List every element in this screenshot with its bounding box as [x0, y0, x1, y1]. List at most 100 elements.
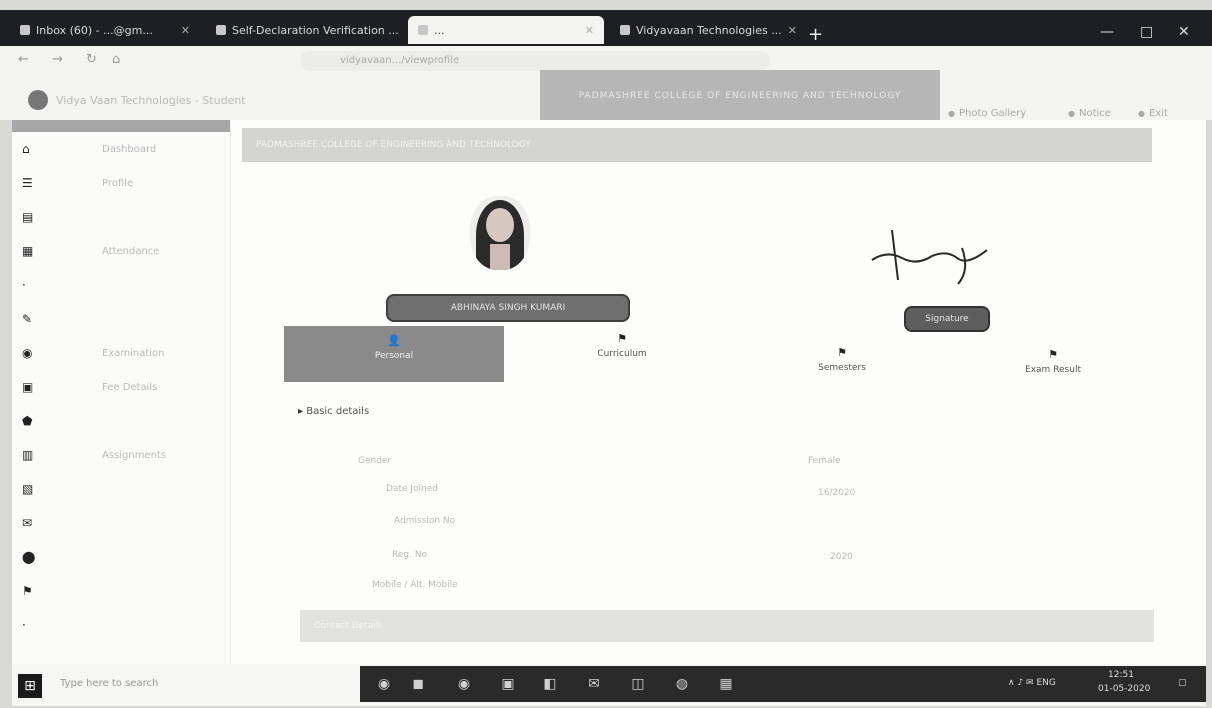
sidebar-item-icon: · [22, 278, 26, 292]
sidebar-item[interactable]: ⚑ [12, 574, 230, 608]
sidebar-item[interactable]: ▥ Assignments [12, 438, 230, 472]
tab-personal[interactable]: 👤 Personal [284, 326, 504, 382]
sidebar: ⌂ Dashboard ☰ Profile ▤ ▦ Attendance · ✎ ◉ Examina… [12, 120, 231, 665]
app-icon[interactable]: ◫ [628, 674, 648, 694]
sidebar-item-label: Fee Details [102, 381, 158, 393]
app-icon[interactable]: ▦ [716, 674, 736, 694]
sidebar-item-icon: ✉ [22, 516, 33, 530]
address-bar[interactable]: vidyavaan.../viewprofile [300, 51, 770, 71]
taskbar-apps: ◉ ◼ ◉ ▣ ◧ ✉ ◫ ◍ ▦ ∧ ♪ ✉ ENG 12:51 01-05-… [360, 666, 1206, 702]
sidebar-item-label: Attendance [102, 245, 160, 257]
sidebar-item[interactable]: ✎ [12, 302, 230, 336]
tab-semesters[interactable]: ⚑ Semesters [792, 346, 892, 373]
field-value: 2020 [830, 552, 853, 562]
sidebar-item-label: Dashboard [102, 143, 157, 155]
app-icon[interactable]: ◼ [408, 674, 428, 694]
notice-link[interactable]: Notice [1068, 108, 1111, 119]
sidebar-item[interactable]: ⬤ [12, 540, 230, 574]
close-window-button[interactable]: ✕ [1178, 24, 1190, 40]
sidebar-item[interactable]: ⬟ [12, 404, 230, 438]
new-tab-button[interactable]: + [808, 24, 823, 45]
clock-time[interactable]: 12:51 [1108, 670, 1134, 680]
chrome-icon[interactable]: ◍ [672, 674, 692, 694]
reload-icon[interactable]: ↻ [86, 52, 97, 67]
contact-details-bar[interactable]: Contact Details [300, 610, 1154, 642]
system-tray[interactable]: ∧ ♪ ✉ ENG [1008, 678, 1056, 688]
app-icon[interactable]: ▣ [498, 674, 518, 694]
sidebar-item-label: Examination [102, 347, 165, 359]
sidebar-item[interactable]: · [12, 268, 230, 302]
sidebar-item[interactable]: ▧ [12, 472, 230, 506]
basic-details-heading[interactable]: Basic details [298, 406, 369, 417]
browser-tab-2[interactable]: Self-Declaration Verification ... ✕ [206, 16, 402, 44]
favicon-icon [418, 25, 428, 35]
field-label: Gender [358, 456, 392, 466]
site-logo [28, 90, 48, 110]
mail-icon[interactable]: ✉ [584, 674, 604, 694]
main-panel: PADMASHREE COLLEGE OF ENGINEERING AND TE… [242, 120, 1206, 665]
field-label: Reg. No [392, 550, 428, 560]
favicon-icon [620, 25, 630, 35]
sidebar-item[interactable]: ▤ [12, 200, 230, 234]
app-icon[interactable]: ◉ [374, 674, 394, 694]
sidebar-item-label: Assignments [102, 449, 167, 461]
app-icon[interactable]: ◉ [454, 674, 474, 694]
site-name[interactable]: Vidya Vaan Technologies - Student [56, 94, 246, 107]
forward-icon[interactable]: → [52, 52, 63, 67]
sidebar-item-icon: · [22, 618, 26, 632]
field-label: Date Joined [386, 484, 438, 494]
flag-icon: ⚑ [1048, 348, 1058, 361]
page-content: ⌂ Dashboard ☰ Profile ▤ ▦ Attendance · ✎ ◉ Examina… [12, 120, 1206, 665]
signature-badge: Signature [904, 306, 990, 332]
sidebar-item-icon: ▣ [22, 380, 34, 394]
close-icon[interactable]: ✕ [181, 24, 190, 37]
field-value: Female [808, 456, 841, 466]
taskbar: ⊞ Type here to search ◉ ◼ ◉ ▣ ◧ ✉ ◫ ◍ ▦ … [12, 664, 1206, 706]
sidebar-header [12, 120, 230, 132]
sidebar-item-icon: ▥ [22, 448, 34, 462]
sidebar-item-icon: ⚑ [22, 584, 33, 598]
sidebar-item[interactable]: ☰ Profile [12, 166, 230, 200]
photo-gallery-link[interactable]: Photo Gallery [948, 108, 1026, 119]
home-icon[interactable]: ⌂ [112, 52, 120, 67]
student-name-badge: ABHINAYA SINGH KUMARI [386, 294, 630, 322]
field-label: Admission No [394, 516, 456, 526]
sidebar-item[interactable]: · [12, 608, 230, 642]
field-label: Mobile / Alt. Mobile [372, 580, 458, 590]
sidebar-item-icon: ◉ [22, 346, 33, 360]
sidebar-item[interactable]: ▦ Attendance [12, 234, 230, 268]
minimize-button[interactable]: — [1100, 24, 1114, 40]
app-icon[interactable]: ◧ [540, 674, 560, 694]
clock-date[interactable]: 01-05-2020 [1098, 684, 1150, 694]
close-icon[interactable]: ✕ [585, 24, 594, 37]
tab-curriculum[interactable]: ⚑ Curriculum [572, 332, 672, 359]
back-icon[interactable]: ← [18, 52, 29, 67]
user-icon: 👤 [387, 334, 401, 347]
sidebar-item-icon: ▧ [22, 482, 34, 496]
notification-icon[interactable]: ▢ [1178, 678, 1187, 688]
sidebar-item-icon: ☰ [22, 176, 33, 190]
browser-tab-4[interactable]: Vidyavaan Technologies ... ✕ [610, 16, 800, 44]
sidebar-item[interactable]: ◉ Examination [12, 336, 230, 370]
flag-icon: ⚑ [837, 346, 847, 359]
sidebar-item-icon: ▦ [22, 244, 34, 258]
browser-tab-active[interactable]: ... ✕ [408, 16, 604, 44]
browser-tab-1[interactable]: Inbox (60) - ...@gm... ✕ [10, 16, 200, 44]
sidebar-item-icon: ⬤ [22, 550, 36, 564]
sidebar-item-icon: ⬟ [22, 414, 33, 428]
sidebar-item[interactable]: ▣ Fee Details [12, 370, 230, 404]
favicon-icon [20, 25, 30, 35]
college-banner: PADMASHREE COLLEGE OF ENGINEERING AND TE… [540, 70, 940, 122]
maximize-button[interactable]: □ [1140, 24, 1153, 40]
signature-image [871, 229, 988, 285]
flag-icon: ⚑ [617, 332, 627, 345]
close-icon[interactable]: ✕ [788, 24, 797, 37]
field-value: 16/2020 [818, 488, 856, 498]
sidebar-item[interactable]: ⌂ Dashboard [12, 132, 230, 166]
exit-link[interactable]: Exit [1138, 108, 1168, 119]
taskbar-search[interactable]: Type here to search [60, 678, 158, 689]
tab-exam-result[interactable]: ⚑ Exam Result [998, 348, 1108, 375]
sidebar-item[interactable]: ✉ [12, 506, 230, 540]
windows-start-icon[interactable]: ⊞ [18, 674, 42, 698]
sidebar-item-icon: ⌂ [22, 142, 30, 156]
